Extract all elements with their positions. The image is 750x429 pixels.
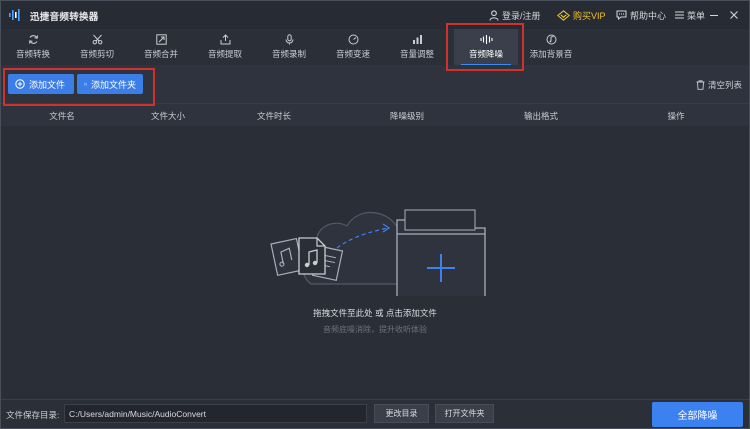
folder-icon [84, 82, 87, 86]
open-folder-button[interactable]: 打开文件夹 [435, 404, 494, 423]
buy-vip-button[interactable]: 购买VIP [557, 8, 606, 22]
extract-icon [220, 34, 230, 45]
drop-hint: 拖拽文件至此处 或 点击添加文件 [313, 308, 437, 318]
trash-icon [696, 80, 705, 90]
menu-button[interactable]: 菜单 [675, 8, 705, 22]
footer-bar: 文件保存目录: 更改目录 打开文件夹 全部降噪 [1, 399, 749, 428]
app-window: 迅捷音频转换器 登录/注册 购买VIP 帮助中心 菜单 音频转换 音频剪切 音频… [0, 0, 750, 429]
tab-label: 音频提取 [207, 49, 242, 59]
column-header-filename[interactable]: 文件名 [49, 110, 75, 122]
tab-label: 音频降噪 [468, 49, 503, 59]
column-header-filesize[interactable]: 文件大小 [151, 110, 185, 122]
menu-label: 菜单 [687, 10, 706, 21]
close-icon [730, 11, 738, 19]
tab-label: 添加背景音 [529, 49, 573, 59]
column-header-actions[interactable]: 操作 [667, 110, 684, 122]
column-header-duration[interactable]: 文件时长 [257, 110, 291, 122]
close-button[interactable] [729, 8, 742, 22]
waveform-icon [479, 35, 493, 44]
change-dir-button[interactable]: 更改目录 [374, 404, 429, 423]
tab-audio-convert[interactable]: 音频转换 [7, 29, 59, 65]
tab-audio-merge[interactable]: 音频合并 [135, 29, 187, 65]
tab-noise-reduction[interactable]: 音频降噪 [454, 29, 518, 66]
login-button[interactable]: 登录/注册 [489, 8, 541, 22]
action-bar: 添加文件 添加文件夹 清空列表 [1, 65, 749, 103]
refresh-icon [28, 35, 38, 44]
minimize-icon [710, 15, 718, 16]
scissors-icon [92, 34, 102, 45]
column-header-output-format[interactable]: 输出格式 [524, 110, 558, 122]
tab-add-background-music[interactable]: 添加背景音 [525, 29, 577, 65]
minimize-button[interactable] [709, 8, 722, 22]
help-center-label: 帮助中心 [630, 10, 667, 21]
drop-files-illustration [270, 209, 486, 296]
tab-label: 音频合并 [143, 49, 178, 59]
login-label: 登录/注册 [502, 10, 541, 21]
user-icon [489, 9, 499, 21]
speed-icon [348, 34, 358, 45]
microphone-icon [285, 34, 293, 45]
file-drop-zone[interactable]: 拖拽文件至此处 或 点击添加文件 音频底噪消除，提升收听体验 [1, 126, 749, 399]
add-folder-label: 添加文件夹 [90, 79, 136, 90]
vip-crown-icon [557, 9, 570, 21]
title-bar: 迅捷音频转换器 登录/注册 购买VIP 帮助中心 菜单 [1, 1, 749, 29]
clear-list-button[interactable]: 清空列表 [696, 79, 742, 91]
volume-icon [412, 35, 422, 44]
clear-list-label: 清空列表 [707, 80, 742, 90]
hamburger-icon [675, 11, 684, 19]
add-file-label: 添加文件 [29, 79, 66, 90]
add-folder-button[interactable]: 添加文件夹 [77, 74, 143, 94]
tab-label: 音频剪切 [79, 49, 114, 59]
app-title: 迅捷音频转换器 [30, 12, 99, 23]
file-table-header: 文件名 文件大小 文件时长 降噪级别 输出格式 操作 [1, 103, 749, 126]
help-center-button[interactable]: 帮助中心 [616, 8, 666, 22]
save-dir-label: 文件保存目录: [6, 410, 60, 420]
music-disc-icon [546, 34, 556, 45]
tab-label: 音频转换 [15, 49, 50, 59]
buy-vip-label: 购买VIP [573, 10, 606, 21]
reduce-all-noise-button[interactable]: 全部降噪 [652, 402, 743, 427]
app-logo-icon [9, 9, 20, 21]
plus-circle-icon [15, 79, 25, 89]
feature-tabs: 音频转换 音频剪切 音频合并 音频提取 音频录制 音频变速 音量调整 音频降噪 … [1, 29, 749, 66]
tab-audio-record[interactable]: 音频录制 [263, 29, 315, 65]
tab-audio-speed[interactable]: 音频变速 [327, 29, 379, 65]
save-path-input[interactable] [64, 404, 367, 423]
tab-label: 音量调整 [399, 49, 434, 59]
chat-bubble-icon [616, 10, 627, 20]
tab-audio-cut[interactable]: 音频剪切 [71, 29, 123, 65]
tab-volume-adjust[interactable]: 音量调整 [391, 29, 443, 65]
column-header-noise-level[interactable]: 降噪级别 [390, 110, 424, 122]
tab-label: 音频变速 [335, 49, 370, 59]
merge-icon [155, 34, 167, 45]
tab-audio-extract[interactable]: 音频提取 [199, 29, 251, 65]
drop-subtitle: 音频底噪消除，提升收听体验 [323, 325, 427, 334]
tab-label: 音频录制 [271, 49, 306, 59]
add-file-button[interactable]: 添加文件 [8, 74, 74, 94]
